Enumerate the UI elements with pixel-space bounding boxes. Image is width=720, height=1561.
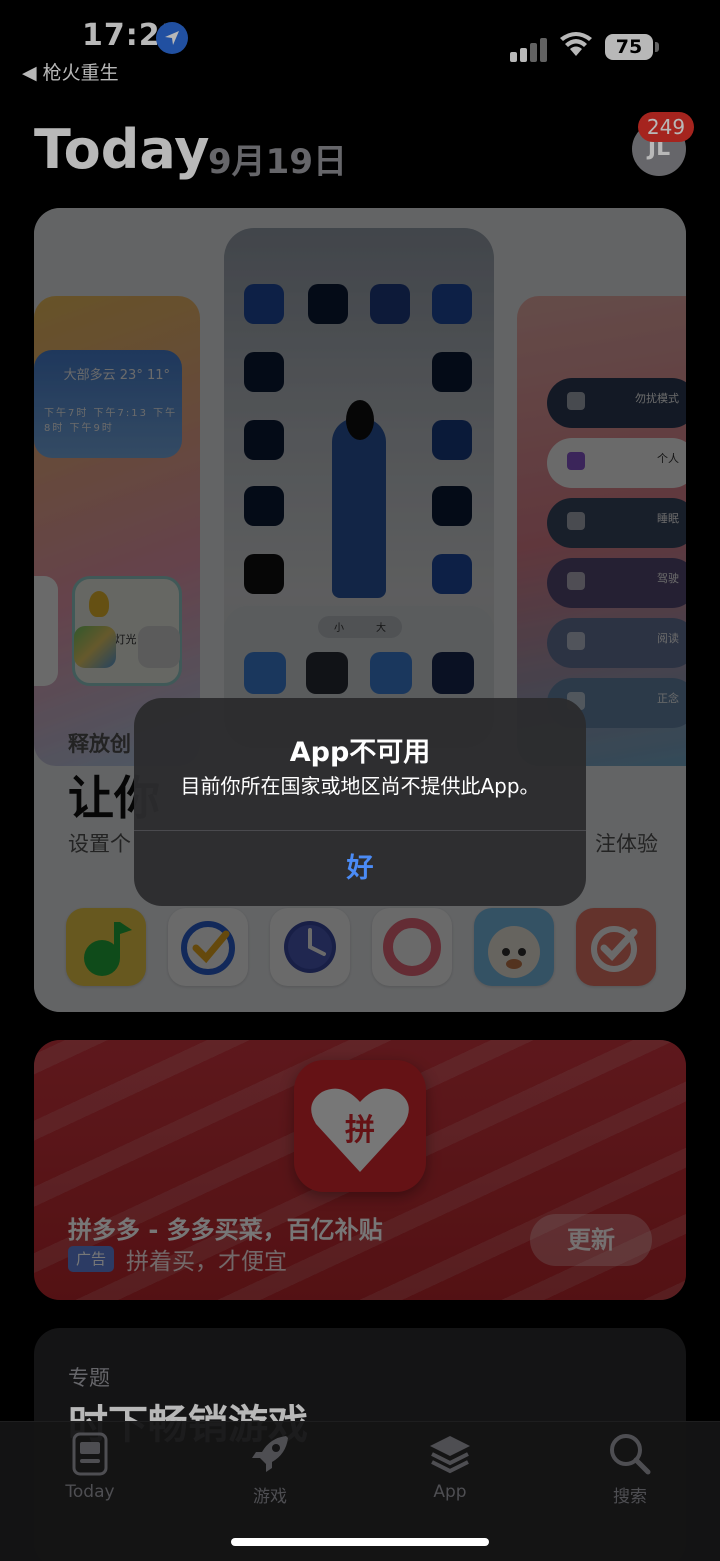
app-unavailable-alert: App不可用 目前你所在国家或地区尚不提供此App。 好	[134, 698, 586, 906]
alert-ok-button[interactable]: 好	[134, 831, 586, 906]
home-indicator[interactable]	[231, 1538, 489, 1546]
alert-title: App不可用	[289, 737, 431, 768]
alert-message: 目前你所在国家或地区尚不提供此App。	[180, 774, 540, 798]
